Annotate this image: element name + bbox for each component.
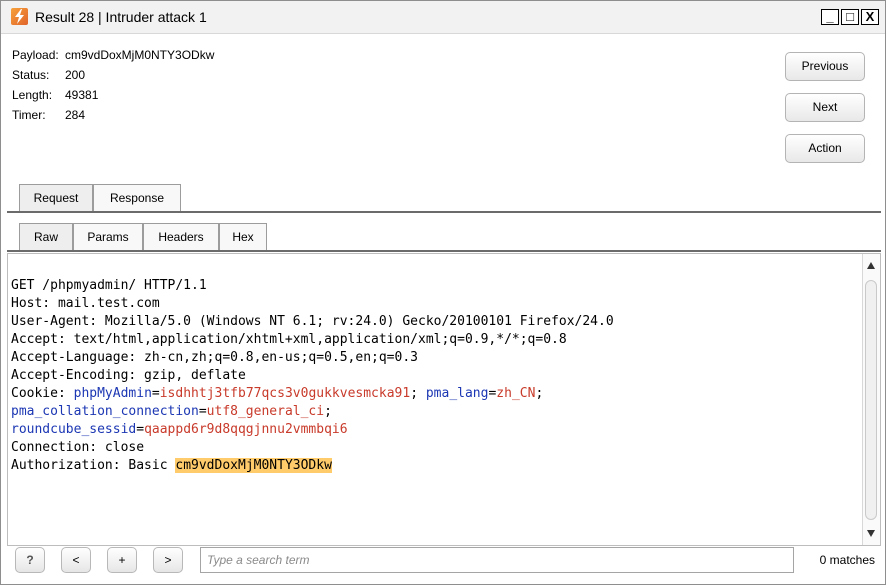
action-button[interactable]: Action — [785, 134, 865, 163]
next-button[interactable]: Next — [785, 93, 865, 122]
payload-label: Payload: — [12, 48, 59, 62]
cookie-value: qaappd6r9d8qqgjnnu2vmmbqi6 — [144, 422, 348, 437]
authorization-header: Authorization: Basic cm9vdDoxMjM0NTY3ODk… — [11, 457, 614, 475]
tab-params[interactable]: Params — [73, 223, 143, 250]
host-header: Host: mail.test.com — [11, 296, 160, 311]
burp-lightning-icon — [11, 8, 28, 25]
cookie-name: phpMyAdmin — [73, 386, 152, 401]
request-line: GET /phpmyadmin/ HTTP/1.1 — [11, 278, 207, 293]
tab-raw[interactable]: Raw — [19, 223, 73, 250]
result-info: Payload: cm9vdDoxMjM0NTY3ODkw Status: 20… — [12, 45, 214, 125]
status-value: 200 — [65, 68, 86, 82]
info-row-payload: Payload: cm9vdDoxMjM0NTY3ODkw — [12, 45, 214, 65]
connection-header: Connection: close — [11, 440, 145, 455]
search-next-button[interactable]: > — [153, 547, 183, 573]
main-tabs-divider — [7, 211, 881, 213]
scroll-down-arrow-icon[interactable] — [867, 530, 875, 537]
request-text[interactable]: GET /phpmyadmin/ HTTP/1.1 Host: mail.test… — [11, 259, 614, 511]
cookie-name: pma_collation_connection — [11, 404, 199, 419]
result-window: Result 28 | Intruder attack 1 _ □ X Payl… — [0, 0, 886, 585]
cookie-label: Cookie: — [11, 386, 74, 401]
match-count: 0 matches — [819, 553, 875, 567]
tab-request[interactable]: Request — [19, 184, 93, 211]
length-value: 49381 — [65, 88, 99, 102]
help-button[interactable]: ? — [15, 547, 45, 573]
cookie-value: zh_CN — [496, 386, 536, 401]
search-add-button[interactable]: + — [107, 547, 137, 573]
status-label: Status: — [12, 68, 50, 82]
cookie-continuation: roundcube_sessid=qaappd6r9d8qqgjnnu2vmmb… — [11, 422, 348, 437]
accept-encoding-header: Accept-Encoding: gzip, deflate — [11, 368, 246, 383]
tab-hex[interactable]: Hex — [219, 223, 267, 250]
maximize-button[interactable]: □ — [841, 9, 859, 25]
minimize-button[interactable]: _ — [821, 9, 839, 25]
sub-tabs-divider — [7, 250, 881, 252]
accept-header: Accept: text/html,application/xhtml+xml,… — [11, 332, 567, 347]
tab-response[interactable]: Response — [93, 184, 181, 211]
tab-headers[interactable]: Headers — [143, 223, 219, 250]
scroll-up-arrow-icon[interactable] — [867, 262, 875, 269]
raw-request-editor[interactable]: GET /phpmyadmin/ HTTP/1.1 Host: mail.test… — [7, 253, 881, 546]
title-bar[interactable]: Result 28 | Intruder attack 1 _ □ X — [1, 1, 885, 34]
window-title: Result 28 | Intruder attack 1 — [35, 9, 207, 25]
cookie-continuation: pma_collation_connection=utf8_general_ci… — [11, 404, 332, 419]
previous-button[interactable]: Previous — [785, 52, 865, 81]
timer-label: Timer: — [12, 108, 46, 122]
cookie-header: Cookie: phpMyAdmin=isdhhtj3tfb77qcs3v0gu… — [11, 386, 544, 401]
scroll-thumb[interactable] — [865, 280, 877, 520]
search-input[interactable]: Type a search term — [200, 547, 794, 573]
length-label: Length: — [12, 88, 53, 102]
info-row-status: Status: 200 — [12, 65, 214, 85]
search-previous-button[interactable]: < — [61, 547, 91, 573]
info-row-timer: Timer: 284 — [12, 105, 214, 125]
close-button[interactable]: X — [861, 9, 879, 25]
timer-value: 284 — [65, 108, 86, 122]
cookie-value: isdhhtj3tfb77qcs3v0gukkvesmcka91 — [159, 386, 411, 401]
authorization-label: Authorization: Basic — [11, 458, 176, 473]
cookie-value: utf8_general_ci — [206, 404, 325, 419]
payload-highlight: cm9vdDoxMjM0NTY3ODkw — [175, 458, 332, 473]
user-agent-header: User-Agent: Mozilla/5.0 (Windows NT 6.1;… — [11, 314, 614, 329]
info-row-length: Length: 49381 — [12, 85, 214, 105]
cookie-name: roundcube_sessid — [11, 422, 137, 437]
payload-value: cm9vdDoxMjM0NTY3ODkw — [65, 48, 215, 62]
accept-language-header: Accept-Language: zh-cn,zh;q=0.8,en-us;q=… — [11, 350, 418, 365]
vertical-scrollbar[interactable] — [862, 254, 880, 545]
window-controls: _ □ X — [821, 9, 879, 26]
cookie-name: pma_lang — [425, 386, 489, 401]
